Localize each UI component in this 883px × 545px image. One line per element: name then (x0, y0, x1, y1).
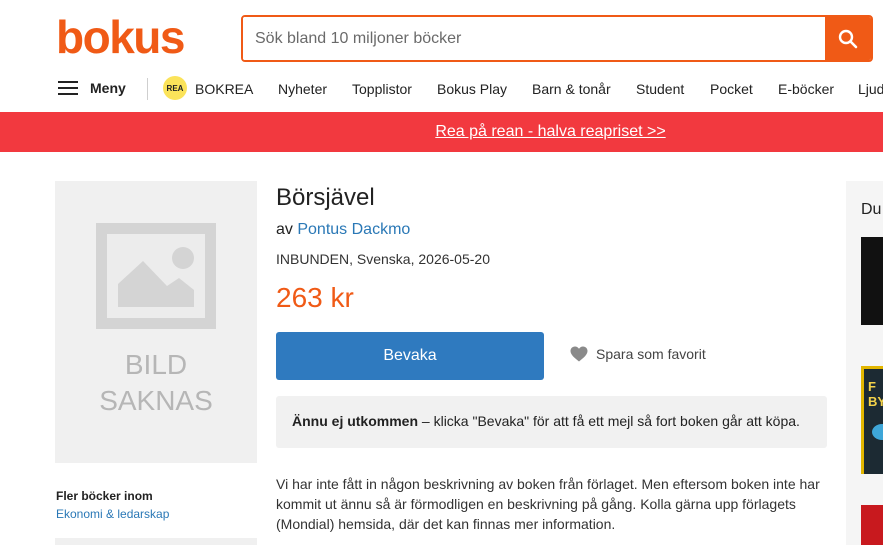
category-link[interactable]: Ekonomi & ledarskap (56, 507, 169, 521)
nav-item-bokrea[interactable]: BOKREA (195, 81, 253, 97)
nav-item-bokus-play[interactable]: Bokus Play (437, 81, 507, 97)
notice-strong: Ännu ej utkommen (292, 413, 419, 429)
notice-text: – klicka "Bevaka" för att få ett mejl så… (418, 413, 800, 429)
rea-badge: REA (163, 76, 187, 100)
author-link[interactable]: Pontus Dackmo (297, 221, 410, 238)
nav-divider (147, 78, 148, 100)
watch-button[interactable]: Bevaka (276, 332, 544, 380)
search-button[interactable] (825, 17, 871, 60)
author-line: av Pontus Dackmo (276, 221, 410, 239)
recommendations-panel (846, 181, 883, 545)
search-input[interactable] (243, 17, 825, 60)
price: 263 kr (276, 282, 354, 313)
nav-item-pocket[interactable]: Pocket (710, 81, 753, 97)
format-info: INBUNDEN, Svenska, 2026-05-20 (276, 251, 490, 267)
nav-item-nyheter[interactable]: Nyheter (278, 81, 327, 97)
favorite-button[interactable]: Spara som favorit (570, 346, 706, 362)
search-icon (838, 29, 858, 48)
recommended-book-cover[interactable] (861, 237, 883, 325)
nav-item-ljud[interactable]: Ljud (858, 81, 883, 97)
image-missing-icon (96, 223, 216, 329)
heart-icon (570, 346, 588, 362)
image-missing-caption: BILD SAKNAS (99, 349, 213, 416)
menu-label: Meny (90, 80, 126, 96)
main-nav: Meny REA BOKREA Nyheter Topplistor Bokus… (0, 74, 883, 104)
book-title: Börsjävel (276, 184, 375, 211)
hamburger-icon (58, 81, 78, 95)
recommended-book-cover-text: F BY (868, 379, 883, 409)
recommended-book-cover[interactable]: F BY (861, 366, 883, 474)
recommended-book-cover[interactable] (861, 505, 883, 545)
bokus-logo[interactable]: bokus (56, 12, 185, 62)
menu-button[interactable]: Meny (58, 80, 126, 96)
more-books-label: Fler böcker inom (56, 489, 153, 503)
nav-item-e-bocker[interactable]: E-böcker (778, 81, 834, 97)
nav-item-topplistor[interactable]: Topplistor (352, 81, 412, 97)
promo-banner-link[interactable]: Rea på rean - halva reapriset >> (217, 123, 665, 141)
book-cover-placeholder: BILD SAKNAS (55, 181, 257, 463)
nav-item-student[interactable]: Student (636, 81, 684, 97)
author-prefix: av (276, 221, 293, 238)
favorite-label: Spara som favorit (596, 346, 706, 362)
sidebar-box (55, 538, 257, 545)
promo-banner: Rea på rean - halva reapriset >> (0, 112, 883, 152)
recommendations-heading: Du (861, 201, 882, 218)
not-released-notice: Ännu ej utkommen – klicka "Bevaka" för a… (276, 396, 827, 448)
search-bar (241, 15, 873, 62)
book-description: Vi har inte fått in någon beskrivning av… (276, 476, 820, 532)
nav-item-barn-tonar[interactable]: Barn & tonår (532, 81, 611, 97)
